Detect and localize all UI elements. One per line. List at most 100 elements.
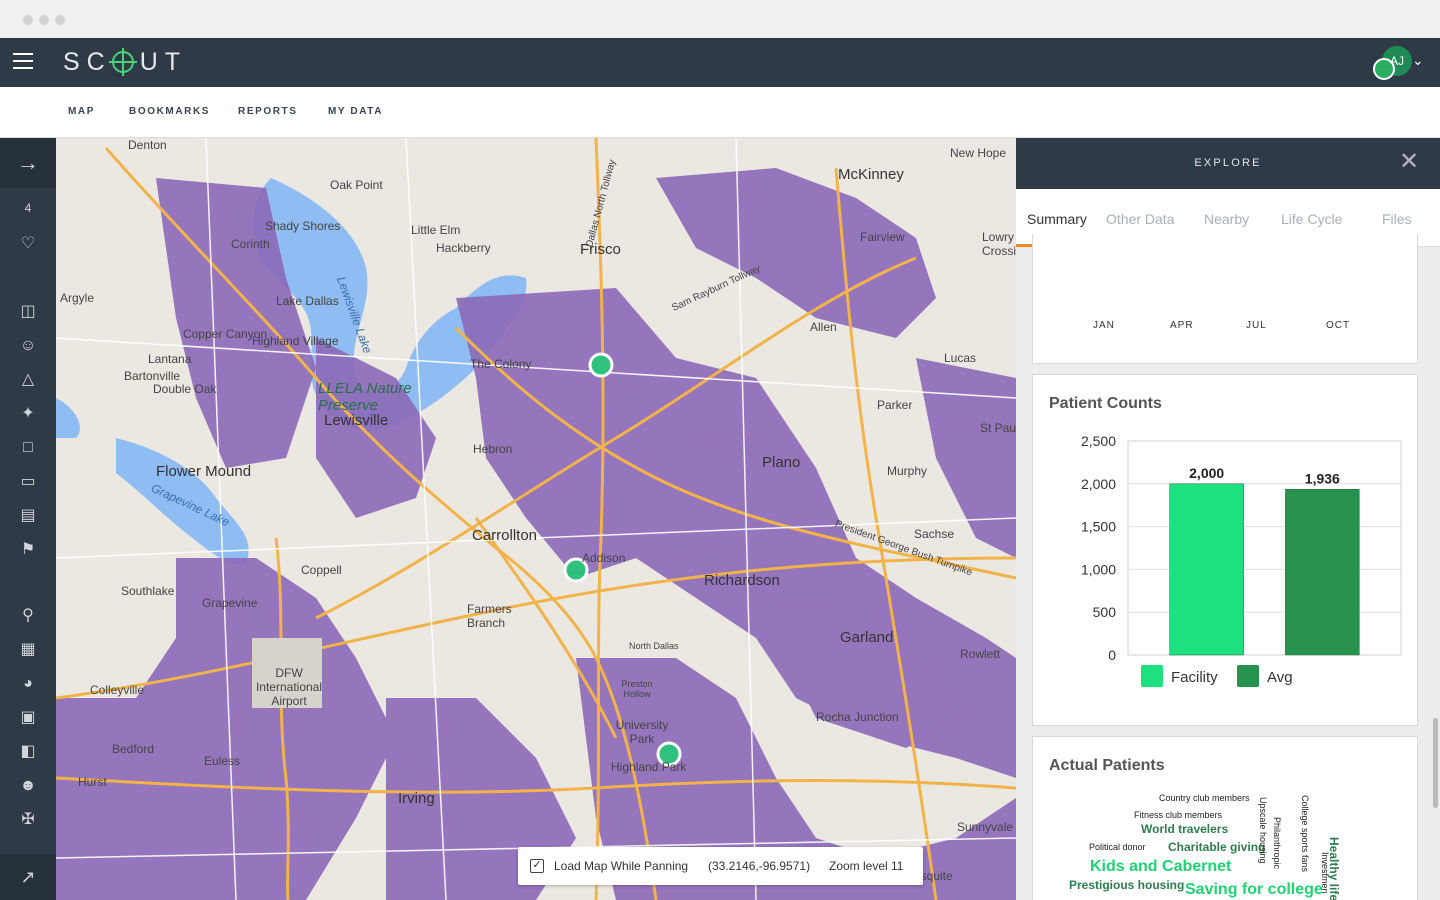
pushpin-icon[interactable]: ✦ (18, 404, 38, 424)
close-icon[interactable]: ✕ (1398, 150, 1420, 174)
puzzle-icon[interactable]: ✠ (18, 810, 38, 830)
expand-arrow-icon[interactable]: → (0, 138, 56, 188)
y-tick-label: 1,000 (1081, 561, 1116, 577)
map-label: DFW International Airport (255, 666, 323, 708)
patient-counts-chart: 0 500 1,000 1,500 2,000 2,500 2,000 1,936 Facili… (1081, 433, 1402, 687)
legend-swatch (1237, 665, 1259, 687)
map-label: Highland Village (252, 334, 339, 348)
tab-summary[interactable]: Summary (1027, 211, 1087, 227)
hamburger-menu-icon[interactable] (13, 53, 33, 71)
store-icon[interactable]: ◫ (18, 302, 38, 322)
main-nav: MAP BOOKMARKS REPORTS MY DATA (0, 87, 1440, 138)
map-label: North Dallas (629, 641, 679, 651)
map-status-bar: ✓ Load Map While Panning (33.2146,-96.95… (518, 847, 923, 885)
browser-chrome (0, 0, 1440, 38)
report-icon[interactable]: ▤ (18, 506, 38, 526)
nav-map[interactable]: MAP (68, 106, 95, 117)
briefcase-icon[interactable]: ▣ (18, 708, 38, 728)
nav-reports[interactable]: REPORTS (238, 106, 298, 117)
word-cloud-term: Philanthropic (1272, 817, 1282, 870)
grid-icon[interactable]: ▦ (18, 640, 38, 660)
word-cloud-term: Charitable giving (1168, 840, 1266, 854)
tab-life-cycle[interactable]: Life Cycle (1281, 211, 1342, 227)
pie-icon[interactable]: ◕ (18, 674, 38, 694)
map-label: Carrollton (472, 527, 538, 544)
map-label: Denton (128, 138, 167, 152)
map-label: Corinth (231, 237, 270, 251)
tab-nearby[interactable]: Nearby (1204, 211, 1249, 227)
word-cloud-term: World travelers (1141, 822, 1229, 836)
map-label: Garland (840, 629, 894, 646)
month-label: OCT (1326, 320, 1351, 331)
bar-facility (1169, 483, 1244, 656)
nav-bookmarks[interactable]: BOOKMARKS (129, 106, 210, 117)
bar-avg (1285, 489, 1360, 656)
map-label: Highland Park (611, 760, 687, 774)
map-label: Farmers Branch (467, 602, 512, 630)
zoom-level: Zoom level 11 (829, 859, 904, 873)
heart-icon[interactable]: ♡ (18, 234, 38, 254)
user-badge-icon (1373, 58, 1395, 80)
map-label: Argyle (60, 291, 95, 305)
word-cloud-term: Prestigious housing (1069, 878, 1185, 892)
map-label: Bedford (112, 742, 155, 756)
window-dot-close[interactable] (23, 15, 33, 25)
map-label: The Colony (470, 357, 532, 371)
legend-swatch (1141, 665, 1163, 687)
nav-my-data[interactable]: MY DATA (328, 106, 383, 117)
plot-frame (1127, 440, 1402, 656)
map-label: Colleyville (90, 683, 145, 697)
map-label: Double Oak (153, 382, 217, 396)
y-tick-label: 2,000 (1081, 476, 1116, 492)
map-label: Plano (762, 454, 801, 471)
month-label: JAN (1093, 320, 1115, 331)
document-icon[interactable]: □ (18, 438, 38, 458)
legend-label: Avg (1267, 669, 1293, 686)
actual-patients-card: Actual Patients Country club members Fitn… (1032, 736, 1418, 900)
location-pin-icon[interactable]: ⚲ (18, 606, 38, 626)
y-tick-label: 1,500 (1081, 519, 1116, 535)
word-cloud-term: Upscale housing (1258, 797, 1268, 864)
panel-header: EXPLORE ✕ (1016, 138, 1440, 189)
window-dot-minimize[interactable] (39, 15, 49, 25)
map-label: Southlake (121, 584, 175, 598)
legend-label: Facility (1171, 669, 1218, 686)
map-base (56, 138, 1016, 900)
y-tick-label: 2,500 (1081, 433, 1116, 449)
flag-icon[interactable]: ⚑ (18, 540, 38, 560)
map-label: New Hope (950, 146, 1007, 160)
window-dot-maximize[interactable] (55, 15, 65, 25)
patient-counts-title: Patient Counts (1049, 395, 1162, 412)
polygon-draw-icon[interactable]: △ (18, 370, 38, 390)
map-label: Rowlett (960, 647, 1001, 661)
month-label: JUL (1246, 320, 1267, 331)
map-label: Rocha Junction (816, 710, 899, 724)
word-cloud-term: Saving for college (1185, 881, 1323, 898)
map-label: Shady Shores (265, 219, 341, 233)
tab-other-data[interactable]: Other Data (1106, 211, 1174, 227)
map-label: Bartonville (124, 369, 181, 383)
map-label: Lantana (148, 352, 192, 366)
folder-icon[interactable]: ▭ (18, 472, 38, 492)
add-user-icon[interactable]: ☻ (18, 776, 38, 796)
map-label: Lewisville (324, 412, 389, 429)
layout-icon[interactable]: ◧ (18, 742, 38, 762)
load-while-panning-checkbox[interactable]: ✓ (530, 859, 544, 873)
month-label: APR (1170, 320, 1194, 331)
map-label: LLELA Nature Preserve (318, 380, 412, 414)
map-label: Euless (204, 754, 241, 768)
person-icon[interactable]: ☺ (18, 336, 38, 356)
map-label: Lowry Crossing (982, 230, 1016, 258)
panel-scrollbar[interactable] (1433, 718, 1438, 808)
word-cloud-term: Investmen (1320, 852, 1330, 894)
coordinates-readout: (33.2146,-96.9571) (708, 859, 811, 873)
app-logo: SC UT (63, 48, 188, 76)
bookmark-count: 4 (24, 201, 32, 215)
chevron-down-icon[interactable]: ⌄ (1412, 52, 1424, 69)
map-label: Irving (398, 790, 435, 807)
export-icon[interactable]: ↗ (0, 854, 56, 900)
panel-title: EXPLORE (1194, 157, 1262, 169)
map-label: Preston Hollow (621, 679, 653, 699)
tab-files[interactable]: Files (1382, 211, 1412, 227)
map-canvas[interactable]: Denton New Hope McKinney Oak Point Shady… (56, 138, 1016, 900)
